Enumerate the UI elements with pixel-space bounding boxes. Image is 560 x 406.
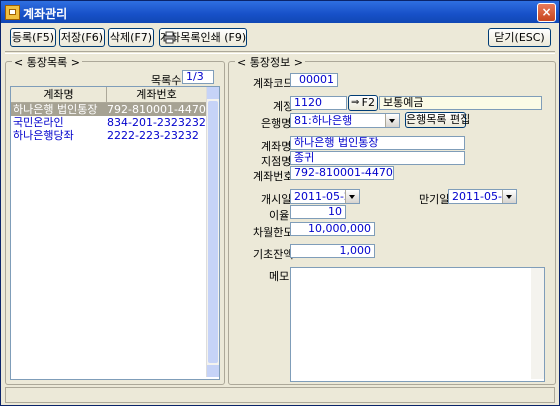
- table-row[interactable]: 하나은행 법인통장 792-810001-44704: [11, 103, 207, 116]
- chevron-down-icon[interactable]: [502, 190, 516, 203]
- start-date-label: 개시일: [261, 193, 292, 206]
- chevron-down-icon[interactable]: [385, 114, 399, 127]
- interest-rate-label: 이율: [269, 209, 290, 222]
- account-lookup-button[interactable]: ⇒ F2: [348, 95, 378, 111]
- account-title-field[interactable]: 하나은행 법인통장: [290, 136, 465, 150]
- bank-select-value: 81:하나은행: [294, 114, 353, 127]
- column-header-account-number[interactable]: 계좌번호: [107, 87, 207, 103]
- table-row[interactable]: 국민온라인 834-201-2323232: [11, 116, 207, 129]
- close-window-button[interactable]: ×: [537, 3, 556, 22]
- opening-balance-field[interactable]: 1,000: [290, 244, 375, 258]
- scroll-thumb[interactable]: [208, 101, 218, 363]
- list-count-value: 1/3: [182, 70, 214, 84]
- row-account-number: 792-810001-44704: [107, 103, 207, 116]
- start-date-picker[interactable]: 2011-05-28: [290, 189, 360, 204]
- account-info-legend: < 통장정보 >: [235, 54, 305, 70]
- maturity-date-picker[interactable]: 2011-05-28: [448, 189, 517, 204]
- chevron-down-icon[interactable]: [345, 190, 359, 203]
- memo-label: 메모: [269, 270, 290, 283]
- row-account-name: 하나은행 법인통장: [13, 103, 98, 116]
- account-management-window: 계좌관리 × 등록(F5) 저장(F6) 삭제(F7) 계좌목록인쇄 (F9) …: [0, 0, 560, 406]
- row-account-number: 2222-223-23232: [107, 129, 199, 142]
- overdraft-limit-field[interactable]: 10,000,000: [290, 222, 375, 236]
- register-button[interactable]: 등록(F5): [10, 28, 56, 47]
- account-list-legend: < 통장목록 >: [12, 54, 82, 70]
- bank-label: 은행명: [261, 117, 292, 130]
- opening-balance-label: 기초잔액: [253, 248, 294, 261]
- branch-label: 지점명: [261, 155, 292, 168]
- lookup-icon: ⇒: [351, 97, 360, 108]
- maturity-date-label: 만기일: [419, 193, 450, 206]
- bank-select[interactable]: 81:하나은행: [290, 113, 400, 128]
- row-account-number: 834-201-2323232: [107, 116, 206, 129]
- lookup-label: F2: [361, 96, 375, 109]
- scroll-up-icon[interactable]: [207, 87, 219, 99]
- account-table[interactable]: 계좌명 계좌번호 하나은행 법인통장 792-810001-44704 국민온라…: [10, 86, 220, 380]
- row-account-name: 국민온라인: [13, 116, 64, 129]
- edit-bank-list-button[interactable]: 은행목록 편집: [405, 112, 470, 128]
- branch-field[interactable]: 종귀: [290, 151, 465, 165]
- printer-icon: [163, 31, 176, 44]
- close-button[interactable]: 닫기(ESC): [488, 28, 551, 47]
- window-title: 계좌관리: [23, 7, 68, 21]
- save-button[interactable]: 저장(F6): [59, 28, 105, 47]
- memo-textarea[interactable]: [290, 267, 545, 382]
- app-icon: [5, 5, 20, 20]
- account-name-readonly: 보통예금: [379, 96, 542, 110]
- title-bar: 계좌관리 ×: [1, 1, 559, 23]
- column-header-account-name[interactable]: 계좌명: [11, 87, 107, 103]
- account-title-label: 계좌명: [261, 140, 292, 153]
- print-list-button[interactable]: 계좌목록인쇄 (F9): [159, 28, 247, 47]
- scroll-down-icon[interactable]: [207, 365, 219, 377]
- status-bar: [5, 387, 555, 403]
- interest-rate-field[interactable]: 10: [290, 205, 346, 219]
- row-account-name: 하나은행당좌: [13, 129, 74, 142]
- delete-button[interactable]: 삭제(F7): [108, 28, 154, 47]
- memo-vertical-scrollbar[interactable]: [531, 268, 544, 379]
- account-code-field[interactable]: 00001: [290, 73, 338, 87]
- account-code-label: 계좌코드: [253, 77, 294, 90]
- list-vertical-scrollbar[interactable]: [206, 87, 219, 377]
- table-row[interactable]: 하나은행당좌 2222-223-23232: [11, 129, 207, 142]
- account-code-input[interactable]: 1120: [290, 96, 347, 110]
- account-number-label: 계좌번호: [253, 170, 294, 183]
- account-number-field[interactable]: 792-810001-44704: [290, 166, 394, 180]
- overdraft-limit-label: 차월한도: [253, 226, 294, 239]
